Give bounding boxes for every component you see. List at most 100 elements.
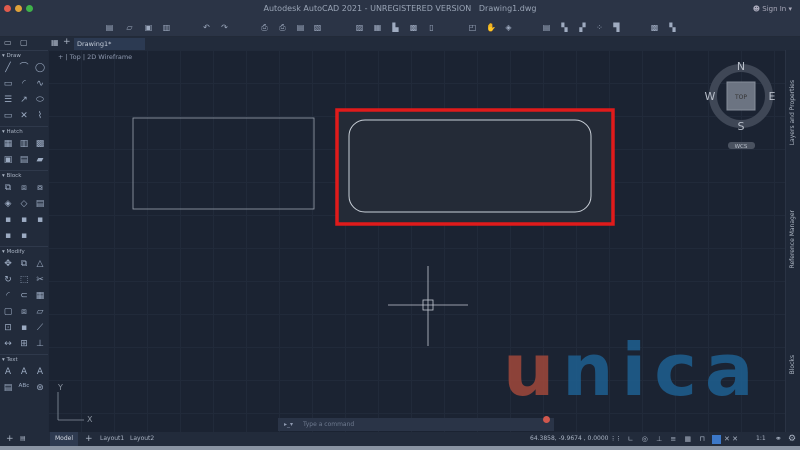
undo-icon[interactable]: ↶ — [202, 23, 211, 32]
fillet-icon[interactable]: ◜ — [0, 288, 16, 304]
design-center-icon[interactable]: ▩ — [409, 23, 418, 32]
stretch-icon[interactable]: ⬚ — [16, 272, 32, 288]
mirror-icon[interactable]: △ — [32, 256, 48, 272]
block-d-icon[interactable]: ▪ — [0, 228, 16, 244]
plot-icon[interactable]: ⎙ — [260, 23, 269, 32]
xref-icon[interactable]: ▜ — [612, 23, 621, 32]
fill-icon[interactable]: ▤ — [16, 152, 32, 168]
compass-s[interactable]: S — [738, 120, 745, 133]
align-icon[interactable]: ⊞ — [16, 336, 32, 352]
redo-icon[interactable]: ↷ — [220, 23, 229, 32]
workspace-icon[interactable]: ⚭ — [775, 432, 782, 446]
insert-icon[interactable]: ⧉ — [0, 180, 16, 196]
markup-icon[interactable]: ▯ — [427, 23, 436, 32]
annotation-scale[interactable]: 1:1 — [756, 432, 766, 446]
rect-badge-icon[interactable]: ▭ — [0, 108, 16, 124]
revcloud-icon[interactable]: ⌇ — [32, 108, 48, 124]
properties-icon[interactable]: ▨ — [355, 23, 364, 32]
minimize-button[interactable] — [15, 5, 22, 12]
preview-icon[interactable]: ⎙ — [278, 23, 287, 32]
polyline-icon[interactable]: ⌒ — [16, 60, 32, 76]
lengthen-icon[interactable]: ↔ — [0, 336, 16, 352]
compass-e[interactable]: E — [769, 90, 776, 103]
wcs-menu[interactable]: WCS — [735, 144, 748, 150]
spell-icon[interactable]: ᴬᴮᶜ — [16, 380, 32, 396]
grid-view-icon[interactable]: ▦ — [51, 38, 59, 47]
open-icon[interactable]: ▱ — [125, 23, 134, 32]
section-hatch[interactable]: ▾ Hatch — [0, 126, 48, 136]
trim-icon[interactable]: ✂ — [32, 272, 48, 288]
block-b-icon[interactable]: ▪ — [16, 212, 32, 228]
erase-icon[interactable]: ▱ — [32, 304, 48, 320]
reference-manager-tab[interactable]: Reference Manager — [789, 210, 796, 268]
boundary-icon[interactable]: ▩ — [32, 136, 48, 152]
compass-n[interactable]: N — [737, 60, 745, 73]
tab-drawing1[interactable]: Drawing1* — [74, 38, 145, 50]
line-icon[interactable]: ╱ — [0, 60, 16, 76]
sign-in-button[interactable]: ☻ Sign In ▾ — [753, 0, 792, 18]
new-icon[interactable]: ▤ — [105, 23, 114, 32]
save-icon[interactable]: ▣ — [144, 23, 153, 32]
sheet-icon[interactable]: ▦ — [373, 23, 382, 32]
close-button[interactable] — [4, 5, 11, 12]
selection-cycling-icon[interactable] — [712, 435, 721, 444]
measure-icon[interactable]: ⁘ — [595, 23, 604, 32]
edit-badge-icon[interactable]: ⟋ — [32, 320, 48, 336]
break-icon[interactable]: ⊡ — [0, 320, 16, 336]
ellipse-icon[interactable]: ⬭ — [32, 92, 48, 108]
annotation-icon[interactable]: ✕ ✕ — [724, 432, 738, 446]
gradient-icon[interactable]: ▥ — [16, 136, 32, 152]
hatch-lines-icon[interactable]: ☰ — [0, 92, 16, 108]
add-icon[interactable]: + — [6, 432, 14, 446]
offset-icon[interactable]: ⊂ — [16, 288, 32, 304]
save-as-icon[interactable]: ▥ — [162, 23, 171, 32]
rotate-icon[interactable]: ↻ — [0, 272, 16, 288]
brush-icon[interactable]: ⊥ — [32, 336, 48, 352]
tool-palette-icon[interactable]: ▙ — [391, 23, 400, 32]
palette-toggle-icon[interactable]: ▢ — [20, 38, 28, 47]
scale-icon[interactable]: ▢ — [0, 304, 16, 320]
find-icon[interactable]: ⊛ — [32, 380, 48, 396]
field-icon[interactable]: ▤ — [0, 380, 16, 396]
customize-icon[interactable]: ▚ — [668, 23, 677, 32]
compass-w[interactable]: W — [705, 90, 716, 103]
explode-icon[interactable]: ⧈ — [16, 304, 32, 320]
drafting-toggles[interactable]: ⁝⁝ ∟ ◎ ⊥ ≡ ▦ ⊓ ∠ — [612, 432, 722, 446]
rectangle-icon[interactable]: ▭ — [0, 76, 16, 92]
workspace-icon[interactable]: ▩ — [650, 23, 659, 32]
tab-layout2[interactable]: Layout2 — [130, 432, 154, 446]
tab-layout1[interactable]: Layout1 — [100, 432, 124, 446]
circle-icon[interactable]: ◯ — [32, 60, 48, 76]
mtext-icon[interactable]: A — [0, 364, 16, 380]
gear-icon[interactable]: ⚙ — [788, 432, 796, 446]
add-layout-icon[interactable]: + — [85, 432, 93, 446]
create-icon[interactable]: ⧈ — [16, 180, 32, 196]
hatch-icon[interactable]: ▦ — [0, 136, 16, 152]
region-icon[interactable]: ▣ — [0, 152, 16, 168]
block-a-icon[interactable]: ▪ — [0, 212, 16, 228]
text-icon[interactable]: A — [32, 364, 48, 380]
orbit-icon[interactable]: ◈ — [504, 23, 513, 32]
section-block[interactable]: ▾ Block — [0, 170, 48, 180]
attribute-icon[interactable]: ◇ — [16, 196, 32, 212]
text-style-icon[interactable]: A — [16, 364, 32, 380]
command-input[interactable]: Type a command — [303, 421, 354, 428]
block-e-icon[interactable]: ▪ — [16, 228, 32, 244]
export-icon[interactable]: ▧ — [313, 23, 322, 32]
wipeout-icon[interactable]: ▰ — [32, 152, 48, 168]
move-icon[interactable]: ✥ — [0, 256, 16, 272]
copy-icon[interactable]: ⧉ — [16, 256, 32, 272]
command-menu-icon[interactable]: ▸_▾ — [284, 418, 293, 431]
new-tab-icon[interactable]: + — [63, 37, 71, 47]
panel-toggle-icon[interactable]: ▭ — [4, 38, 12, 47]
join-icon[interactable]: ▪ — [16, 320, 32, 336]
command-line[interactable]: ▸_▾ Type a command — [278, 416, 554, 431]
drawing-canvas[interactable]: + | Top | 2D Wireframe Y X TOP N S E W W… — [48, 50, 785, 432]
maximize-button[interactable] — [26, 5, 33, 12]
match-icon[interactable]: ▚ — [560, 23, 569, 32]
section-draw[interactable]: ▾ Draw — [0, 50, 48, 60]
layer-icon[interactable]: ▤ — [542, 23, 551, 32]
pan-icon[interactable]: ✋ — [486, 23, 496, 32]
block-c-icon[interactable]: ▪ — [32, 212, 48, 228]
spline-icon[interactable]: ∿ — [32, 76, 48, 92]
